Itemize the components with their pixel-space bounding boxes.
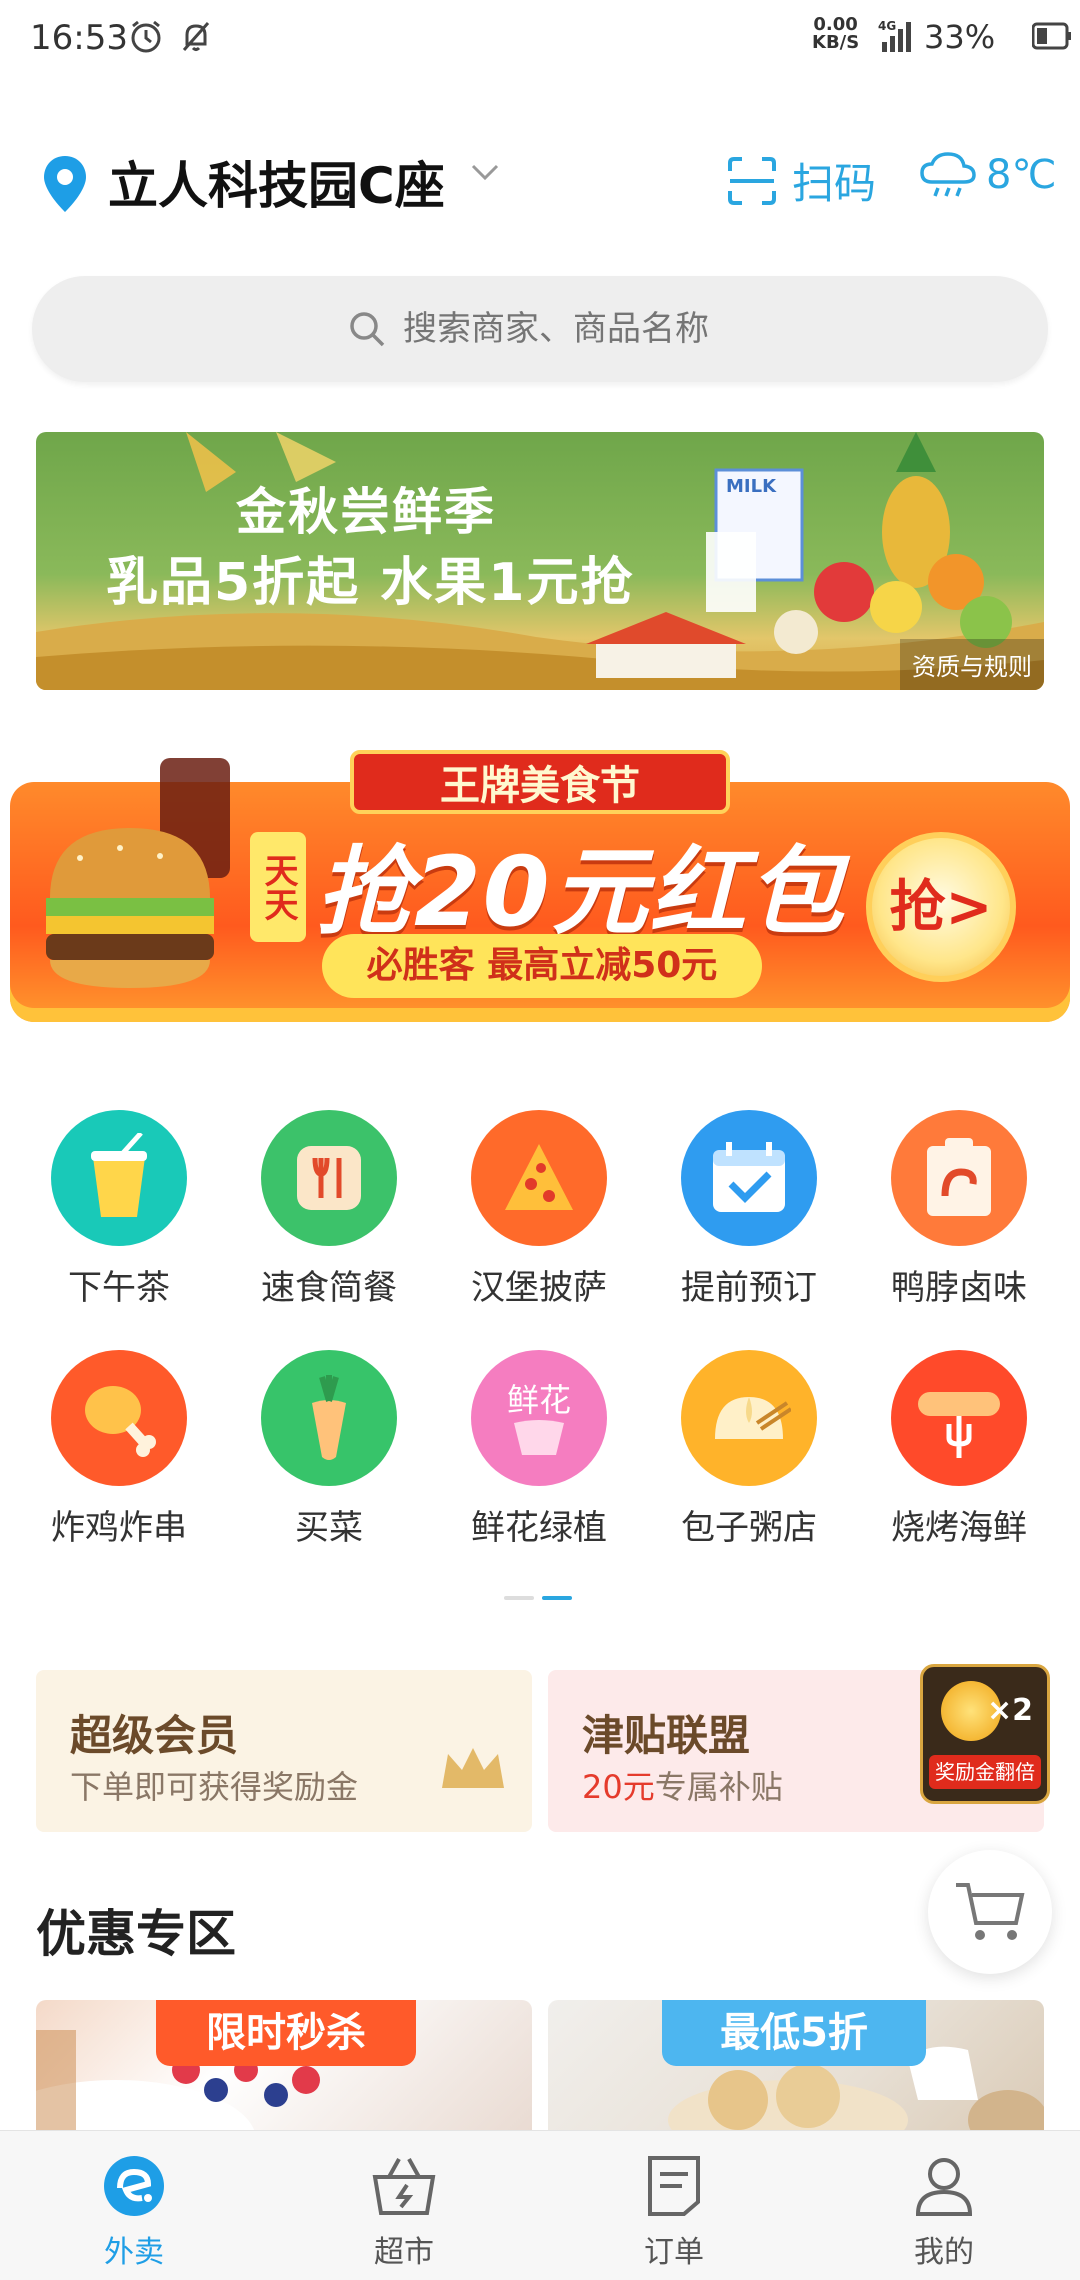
nav-label: 超市	[374, 2235, 434, 2270]
pizza-hut-offer: 必胜客 最高立减50元	[322, 934, 762, 998]
floating-cart-button[interactable]	[928, 1850, 1052, 1974]
search-bar[interactable]	[32, 276, 1048, 382]
pizza-icon	[471, 1110, 607, 1246]
svg-text:鲜花: 鲜花	[507, 1381, 571, 1419]
nav-label: 我的	[914, 2235, 974, 2270]
bottom-navigation: 外卖 超市 订单 我的	[0, 2130, 1080, 2280]
location-selector[interactable]: 立人科技园C座	[108, 146, 445, 218]
basket-icon	[372, 2158, 436, 2215]
ele-logo-icon	[104, 2156, 164, 2216]
signal-icon: 4G	[878, 19, 911, 52]
burger-cola-illustration	[46, 758, 230, 988]
reward-double-badge: ×2 奖励金翻倍	[920, 1664, 1050, 1804]
location-pin-icon	[44, 156, 86, 212]
cart-icon	[956, 1883, 1025, 1940]
svg-text:4G: 4G	[878, 19, 896, 33]
duck-neck-icon	[891, 1110, 1027, 1246]
qualification-rules-link[interactable]: 资质与规则	[900, 639, 1044, 690]
nav-profile[interactable]: 我的	[844, 2151, 1044, 2271]
category-bbq-seafood[interactable]: 烧烤海鲜	[854, 1350, 1064, 1549]
order-list-icon	[648, 2156, 700, 2216]
nav-orders[interactable]: 订单	[574, 2151, 774, 2271]
banner-headline: 金秋尝鲜季	[236, 483, 496, 541]
status-time: 16:53	[30, 18, 128, 58]
category-label: 汉堡披萨	[471, 1268, 607, 1308]
super-member-subtitle: 下单即可获得奖励金	[70, 1768, 359, 1806]
subsidy-alliance-title: 津贴联盟	[582, 1711, 751, 1760]
svg-text:MILK: MILK	[726, 476, 777, 497]
subsidy-amount: 20元	[582, 1768, 655, 1806]
section-title: 优惠专区	[36, 1905, 236, 1963]
multiplier-text: ×2	[986, 1693, 1033, 1728]
category-fast-food[interactable]: 速食简餐	[224, 1110, 434, 1309]
status-bar: 16:53 0.00 KB/S 4G 33%	[0, 0, 1080, 80]
category-label: 提前预订	[681, 1268, 817, 1308]
flash-sale-tag: 限时秒杀	[156, 2000, 416, 2066]
carrot-icon	[261, 1350, 397, 1486]
subsidy-alliance-card[interactable]: 津贴联盟 20元专属补贴 ×2 奖励金翻倍	[548, 1664, 1050, 1832]
battery-icon	[1032, 22, 1071, 50]
temperature: 8℃	[986, 152, 1057, 198]
net-speed: 0.00 KB/S	[812, 14, 860, 53]
scan-label: 扫码	[792, 159, 877, 208]
scan-button[interactable]: 扫码	[726, 150, 876, 211]
bun-icon	[681, 1350, 817, 1486]
rain-cloud-icon	[920, 152, 976, 197]
bbq-icon	[891, 1350, 1027, 1486]
daily-badge: 天天	[250, 832, 306, 942]
category-pre-order[interactable]: 提前预订	[644, 1110, 854, 1309]
banner-subheadline: 乳品5折起 水果1元抢	[106, 553, 635, 613]
category-pager	[504, 1596, 572, 1600]
lowest-discount-tag: 最低5折	[662, 2000, 926, 2066]
flower-icon: 鲜花	[471, 1350, 607, 1486]
fast-food-icon	[261, 1110, 397, 1246]
category-burger-pizza[interactable]: 汉堡披萨	[434, 1110, 644, 1309]
category-label: 烧烤海鲜	[891, 1508, 1027, 1548]
category-groceries[interactable]: 买菜	[224, 1350, 434, 1549]
search-input[interactable]	[403, 309, 733, 349]
drink-cup-icon	[51, 1110, 187, 1246]
reward-double-label: 奖励金翻倍	[929, 1755, 1041, 1789]
category-fried-chicken[interactable]: 炸鸡炸串	[14, 1350, 224, 1549]
alarm-icon	[131, 20, 161, 53]
category-label: 买菜	[295, 1508, 363, 1548]
fried-chicken-icon	[51, 1350, 187, 1486]
category-label: 鸭脖卤味	[891, 1268, 1027, 1308]
subsidy-alliance-subtitle: 20元专属补贴	[582, 1768, 783, 1806]
category-bun-porridge[interactable]: 包子粥店	[644, 1350, 854, 1549]
category-label: 包子粥店	[681, 1508, 817, 1548]
category-duck-neck[interactable]: 鸭脖卤味	[854, 1110, 1064, 1309]
category-label: 鲜花绿植	[471, 1508, 607, 1548]
nav-label: 外卖	[104, 2235, 164, 2270]
autumn-fresh-banner[interactable]: MILK 金秋尝鲜季 乳品5折起 水果1元抢 资质与规则	[36, 432, 1044, 690]
category-label: 下午茶	[68, 1268, 170, 1308]
category-flowers-plants[interactable]: 鲜花 鲜花绿植	[434, 1350, 644, 1549]
nav-takeaway[interactable]: 外卖	[34, 2151, 234, 2271]
calendar-check-icon	[681, 1110, 817, 1246]
mute-bell-icon	[182, 22, 210, 51]
chevron-down-icon[interactable]	[470, 162, 500, 182]
flash-sale-card[interactable]: 限时秒杀	[36, 2000, 532, 2150]
pager-dot	[504, 1596, 534, 1600]
festival-title-plate: 王牌美食节	[350, 750, 730, 814]
battery-percent: 33%	[924, 18, 996, 56]
grab-red-packet-button[interactable]: 抢>	[866, 832, 1016, 982]
weather-widget[interactable]: 8℃	[918, 150, 1056, 200]
app-header: 立人科技园C座 扫码 8℃	[0, 140, 1080, 220]
nav-supermarket[interactable]: 超市	[304, 2151, 504, 2271]
red-packet-headline: 抢20元红包	[316, 836, 846, 948]
pager-dot-active	[542, 1596, 572, 1600]
user-icon	[915, 2158, 973, 2216]
food-festival-banner[interactable]: 王牌美食节 天天 抢20元红包 必胜客 最高立减50元 抢>	[10, 742, 1070, 1042]
scan-icon	[728, 156, 776, 205]
super-member-title: 超级会员	[70, 1711, 239, 1760]
crown-icon	[442, 1748, 504, 1788]
category-afternoon-tea[interactable]: 下午茶	[14, 1110, 224, 1309]
search-icon	[350, 312, 385, 347]
discount-card[interactable]: 最低5折	[548, 2000, 1044, 2150]
category-label: 炸鸡炸串	[51, 1508, 187, 1548]
nav-label: 订单	[644, 2235, 704, 2270]
category-label: 速食简餐	[261, 1268, 397, 1308]
super-member-card[interactable]: 超级会员 下单即可获得奖励金	[36, 1670, 532, 1832]
